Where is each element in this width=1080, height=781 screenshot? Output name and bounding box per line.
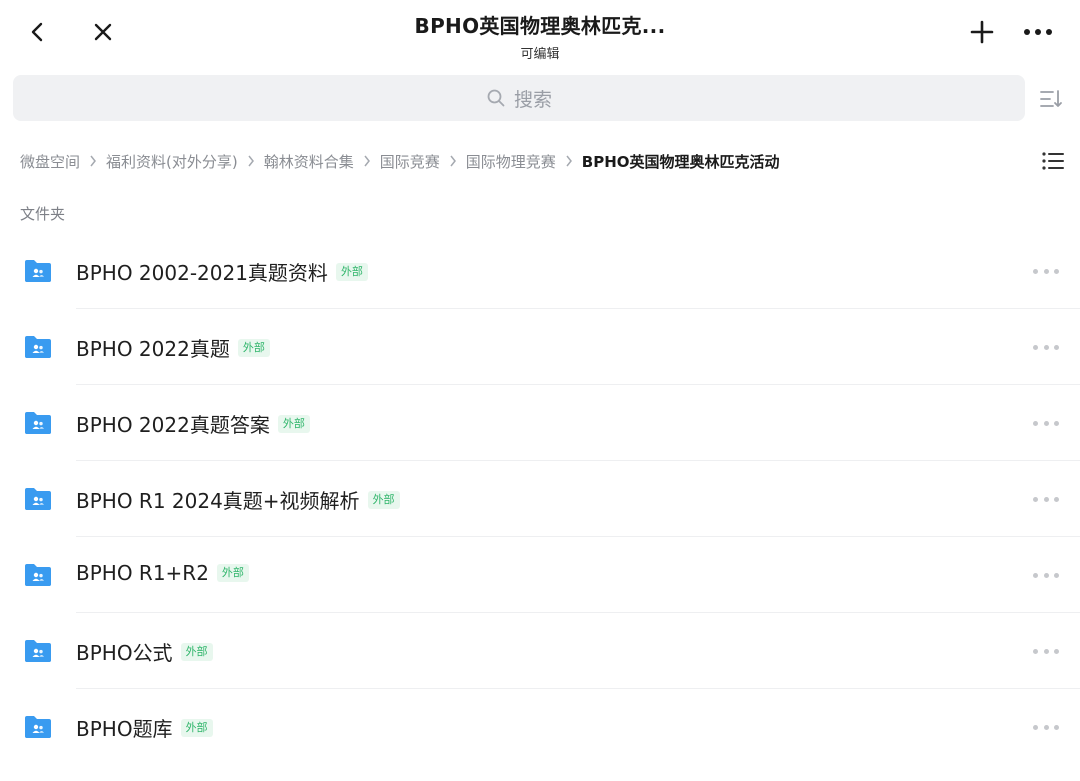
dot — [1033, 724, 1038, 730]
folder-more-button[interactable] — [1030, 413, 1062, 433]
chevron-left-icon — [31, 22, 43, 42]
page-title: BPHO英国物理奥林匹克... — [414, 14, 666, 38]
external-badge: 外部 — [367, 490, 400, 509]
folder-name: BPHO题库 — [76, 717, 173, 741]
folder-name: BPHO 2022真题答案 — [76, 413, 270, 437]
external-badge: 外部 — [180, 718, 213, 737]
dot — [1043, 268, 1049, 274]
breadcrumb-item[interactable]: 国际物理竞赛 — [466, 151, 556, 172]
folder-row[interactable]: BPHO 2002-2021真题资料 外部 — [0, 233, 1080, 309]
external-badge: 外部 — [216, 564, 249, 582]
sort-icon — [1040, 90, 1062, 107]
breadcrumb-item[interactable]: 翰林资料合集 — [264, 151, 354, 172]
dot — [1043, 496, 1049, 502]
shared-folder-icon — [23, 486, 53, 512]
list-icon — [1042, 152, 1064, 170]
close-icon — [94, 23, 112, 41]
shared-folder-icon — [23, 258, 53, 284]
close-button[interactable] — [83, 12, 123, 52]
folder-more-button[interactable] — [1030, 489, 1062, 509]
external-badge: 外部 — [237, 338, 270, 357]
page-subtitle: 可编辑 — [520, 47, 560, 62]
shared-folder-icon — [23, 638, 53, 664]
folder-row[interactable]: BPHO R1 2024真题+视频解析 外部 — [0, 461, 1080, 537]
search-placeholder: 搜索 — [513, 88, 552, 111]
folder-name-wrap: BPHO题库 外部 — [76, 713, 213, 742]
folder-row[interactable]: BPHO题库 外部 — [0, 689, 1080, 765]
dot — [1033, 344, 1038, 350]
folder-name-wrap: BPHO 2022真题答案 外部 — [76, 409, 310, 438]
dot — [1054, 496, 1059, 502]
folder-name: BPHO R1 2024真题+视频解析 — [76, 489, 360, 513]
dot — [1033, 572, 1038, 578]
dot — [1033, 268, 1038, 274]
dot — [1043, 724, 1049, 730]
dot — [1054, 268, 1059, 274]
breadcrumb-item[interactable]: 微盘空间 — [20, 151, 80, 172]
folder-name-wrap: BPHO R1+R2 外部 — [76, 561, 249, 585]
dot — [1043, 420, 1049, 426]
folder-name: BPHO 2002-2021真题资料 — [76, 261, 328, 285]
breadcrumb-item[interactable]: 国际竞赛 — [380, 151, 440, 172]
folder-name-wrap: BPHO R1 2024真题+视频解析 外部 — [76, 485, 400, 514]
breadcrumb-item[interactable]: 福利资料(对外分享) — [106, 151, 238, 172]
dot — [1043, 572, 1049, 578]
plus-icon — [970, 20, 994, 44]
search-input[interactable]: 搜索 — [13, 75, 1025, 121]
top-bar: BPHO英国物理奥林匹克... 可编辑 — [0, 0, 1080, 70]
back-button[interactable] — [18, 12, 58, 52]
folder-list: BPHO 2002-2021真题资料 外部 BPHO 2022真题 外部 BPHO 20… — [0, 233, 1080, 765]
shared-folder-icon — [23, 410, 53, 436]
dot — [1033, 496, 1038, 502]
sort-button[interactable] — [1036, 84, 1066, 114]
search-icon — [486, 88, 506, 108]
chevron-right-icon — [247, 155, 255, 167]
more-horizontal-icon — [1024, 29, 1052, 35]
add-button[interactable] — [962, 12, 1002, 52]
more-menu-button[interactable] — [1018, 12, 1058, 52]
dot — [1033, 420, 1038, 426]
folder-more-button[interactable] — [1030, 565, 1062, 585]
dot — [1054, 420, 1059, 426]
folder-row[interactable]: BPHO 2022真题 外部 — [0, 309, 1080, 385]
folder-name: BPHO R1+R2 — [76, 561, 209, 585]
dot — [1054, 648, 1059, 654]
folder-name: BPHO公式 — [76, 641, 173, 665]
chevron-right-icon — [89, 155, 97, 167]
external-badge: 外部 — [180, 642, 213, 661]
shared-folder-icon — [23, 334, 53, 360]
chevron-right-icon — [449, 155, 457, 167]
shared-folder-icon — [23, 714, 53, 740]
folder-more-button[interactable] — [1030, 641, 1062, 661]
shared-folder-icon — [23, 562, 53, 588]
dot — [1054, 344, 1059, 350]
breadcrumb: 微盘空间 福利资料(对外分享) 翰林资料合集 国际竞赛 国际物理竞赛 BPHO英… — [20, 148, 780, 174]
folder-name-wrap: BPHO公式 外部 — [76, 637, 213, 666]
dot — [1054, 572, 1059, 578]
breadcrumb-current: BPHO英国物理奥林匹克活动 — [581, 152, 780, 171]
folder-name: BPHO 2022真题 — [76, 337, 230, 361]
folder-more-button[interactable] — [1030, 717, 1062, 737]
dot — [1033, 648, 1038, 654]
folder-row[interactable]: BPHO公式 外部 — [0, 613, 1080, 689]
folder-more-button[interactable] — [1030, 261, 1062, 281]
chevron-right-icon — [363, 155, 371, 167]
dot — [1043, 344, 1049, 350]
list-view-button[interactable] — [1038, 146, 1068, 176]
folder-row[interactable]: BPHO 2022真题答案 外部 — [0, 385, 1080, 461]
dot — [1054, 724, 1059, 730]
folder-name-wrap: BPHO 2022真题 外部 — [76, 333, 270, 362]
section-label: 文件夹 — [20, 205, 66, 223]
external-badge: 外部 — [277, 414, 310, 433]
chevron-right-icon — [565, 155, 573, 167]
folder-row[interactable]: BPHO R1+R2 外部 — [0, 537, 1080, 613]
folder-name-wrap: BPHO 2002-2021真题资料 外部 — [76, 257, 368, 286]
external-badge: 外部 — [335, 262, 368, 281]
dot — [1043, 648, 1049, 654]
folder-more-button[interactable] — [1030, 337, 1062, 357]
